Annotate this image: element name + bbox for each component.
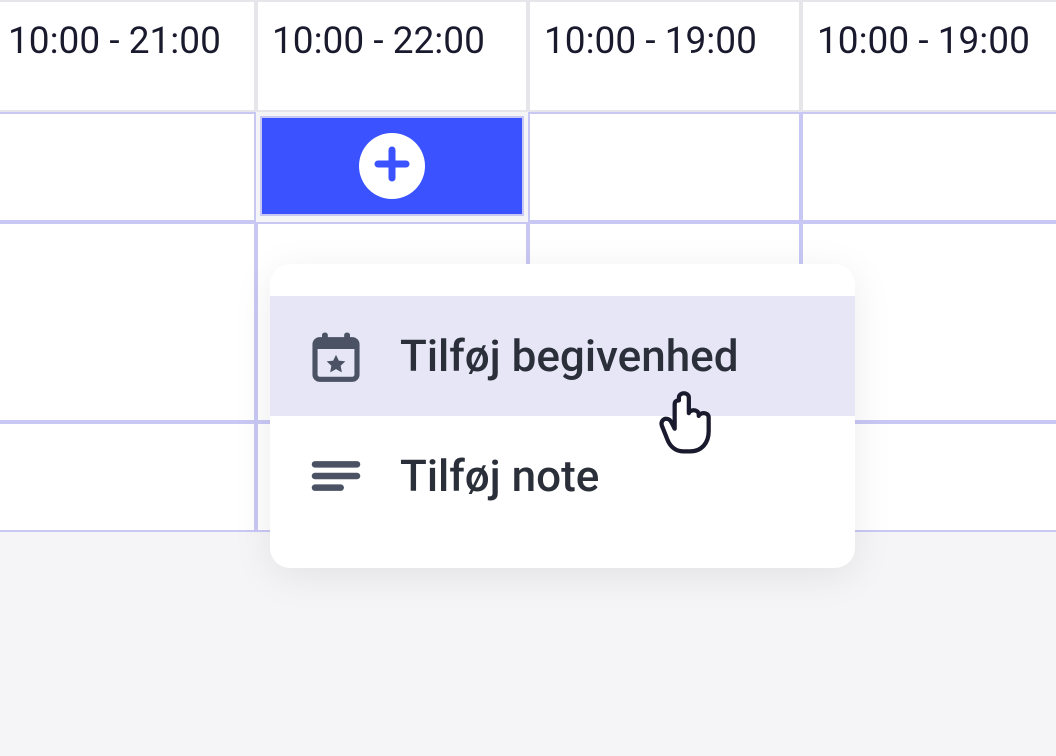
calendar-cell[interactable] — [528, 112, 801, 222]
menu-item-add-note[interactable]: Tilføj note — [270, 416, 855, 536]
calendar-cell[interactable] — [0, 112, 256, 222]
menu-item-label: Tilføj note — [400, 450, 599, 502]
time-header-cell: 10:00 - 19:00 — [801, 0, 1056, 112]
calendar-cell[interactable] — [801, 112, 1056, 222]
time-header-cell: 10:00 - 21:00 — [0, 0, 256, 112]
calendar-star-icon — [308, 328, 364, 384]
time-header-cell: 10:00 - 19:00 — [528, 0, 801, 112]
add-button[interactable] — [359, 133, 425, 199]
context-menu: Tilføj begivenhed Tilføj note — [270, 264, 855, 568]
plus-icon — [371, 143, 413, 189]
calendar-cell[interactable] — [0, 422, 256, 532]
menu-item-label: Tilføj begivenhed — [400, 330, 739, 382]
calendar-cell-active[interactable] — [260, 116, 524, 216]
notes-icon — [308, 448, 364, 504]
calendar-cell[interactable] — [0, 222, 256, 422]
time-header-cell: 10:00 - 22:00 — [256, 0, 528, 112]
menu-item-add-event[interactable]: Tilføj begivenhed — [270, 296, 855, 416]
